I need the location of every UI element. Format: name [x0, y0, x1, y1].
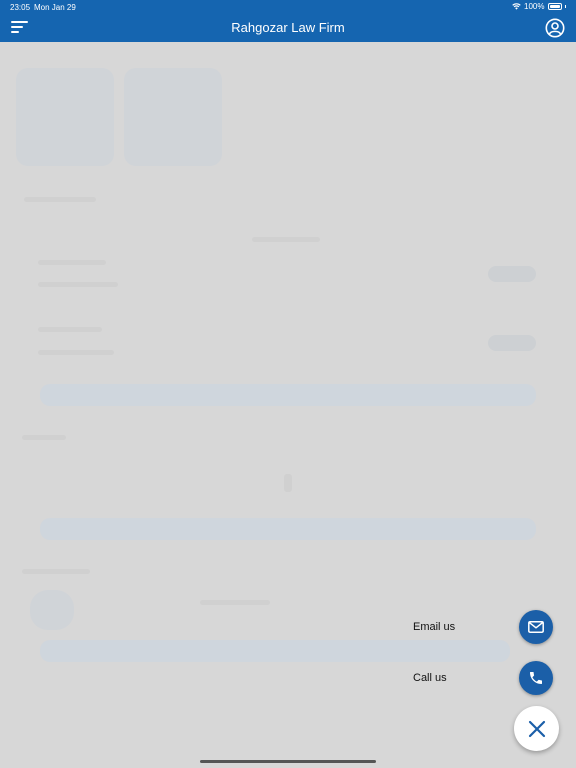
ghost-card-3 [30, 590, 74, 630]
ghost-bar [40, 384, 536, 406]
phone-icon [530, 672, 542, 684]
ghost-line [200, 600, 270, 605]
page-title: Rahgozar Law Firm [231, 20, 345, 35]
status-bar: 23:05 Mon Jan 29 100% [0, 0, 576, 14]
call-us-button[interactable] [519, 661, 553, 695]
navigation-bar: Rahgozar Law Firm [0, 14, 576, 42]
ghost-line [24, 197, 96, 202]
email-us-label: Email us [413, 621, 456, 633]
ghost-card-2 [124, 68, 222, 166]
ghost-pill [488, 266, 536, 282]
ghost-line [38, 350, 114, 355]
status-date: Mon Jan 29 [34, 3, 76, 12]
ghost-line [252, 237, 320, 242]
email-us-button[interactable] [519, 610, 553, 644]
ghost-pill [488, 335, 536, 351]
ghost-bar [40, 518, 536, 540]
status-right: 100% [512, 2, 566, 11]
ghost-line [22, 569, 90, 574]
ghost-line [284, 474, 292, 492]
ghost-bar [40, 640, 510, 662]
mail-icon [528, 621, 544, 633]
ghost-line [22, 435, 66, 440]
ghost-line [38, 282, 118, 287]
call-us-label: Call us [413, 672, 447, 684]
battery-icon [547, 3, 562, 10]
close-menu-button[interactable] [514, 706, 559, 751]
wifi-icon [512, 3, 521, 10]
account-icon[interactable] [545, 18, 565, 38]
battery-percentage: 100% [524, 2, 545, 11]
ghost-card-1 [16, 68, 114, 166]
ghost-line [38, 260, 106, 265]
battery-tip [564, 5, 566, 8]
dimmed-background [0, 42, 576, 768]
ghost-line [38, 327, 102, 332]
close-icon [528, 720, 545, 737]
status-time: 23:05 [10, 3, 31, 12]
home-indicator[interactable] [200, 760, 376, 763]
